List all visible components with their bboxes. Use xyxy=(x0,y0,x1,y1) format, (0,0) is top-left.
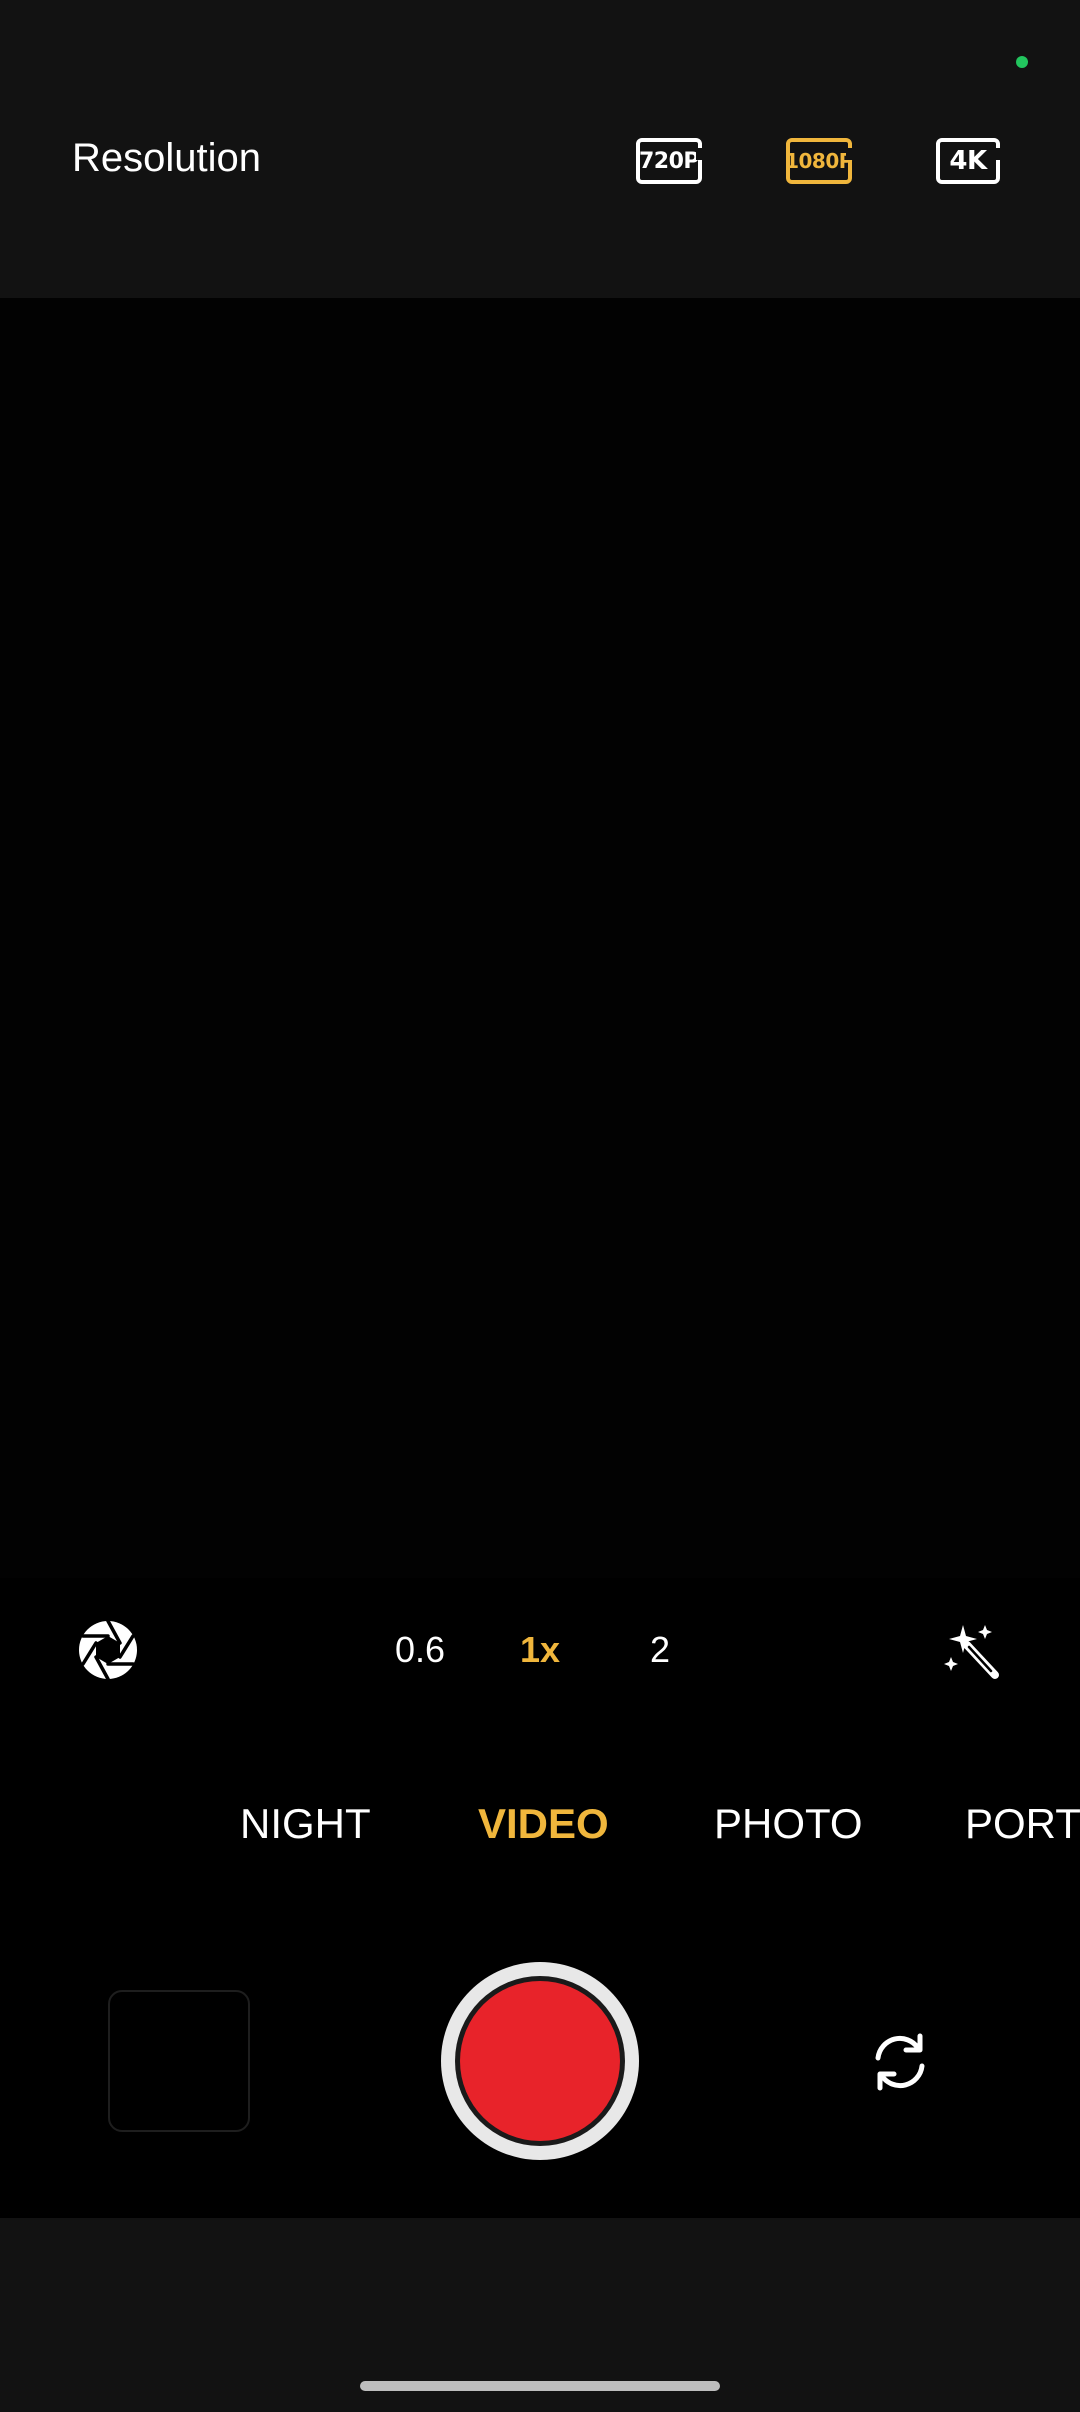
mode-video[interactable]: VIDEO xyxy=(478,1800,609,1848)
zoom-0.6-button[interactable]: 0.6 xyxy=(375,1620,465,1680)
zoom-2-button[interactable]: 2 xyxy=(615,1620,705,1680)
resolution-4k-label: 4K xyxy=(949,146,987,176)
gallery-thumbnail[interactable] xyxy=(108,1990,250,2132)
resolution-4k-button[interactable]: 4K xyxy=(936,138,1002,184)
mode-night[interactable]: NIGHT xyxy=(240,1800,371,1848)
mode-portrait[interactable]: PORTRAIT xyxy=(965,1800,1080,1848)
camera-viewfinder[interactable] xyxy=(0,298,1080,1578)
resolution-label: Resolution xyxy=(72,136,262,180)
magic-wand-icon[interactable] xyxy=(940,1618,1004,1682)
resolution-720p-label: 720P xyxy=(638,148,700,174)
top-settings-bar: Resolution 720P 1080P 4K xyxy=(0,0,1080,298)
mode-selector: NIGHT VIDEO PHOTO PORTRAIT xyxy=(0,1800,1080,1860)
home-indicator[interactable] xyxy=(360,2381,720,2391)
record-icon xyxy=(460,1981,620,2141)
resolution-1080p-label: 1080P xyxy=(785,149,853,173)
record-button[interactable] xyxy=(441,1962,639,2160)
resolution-720p-button[interactable]: 720P xyxy=(636,138,704,184)
zoom-1x-button[interactable]: 1x xyxy=(495,1620,585,1680)
resolution-1080p-button[interactable]: 1080P xyxy=(785,138,854,184)
mode-photo[interactable]: PHOTO xyxy=(714,1800,863,1848)
zoom-selector: 0.6 1x 2 xyxy=(0,1620,1080,1680)
privacy-indicator-dot xyxy=(1016,56,1028,68)
flip-camera-icon[interactable] xyxy=(862,2028,938,2096)
